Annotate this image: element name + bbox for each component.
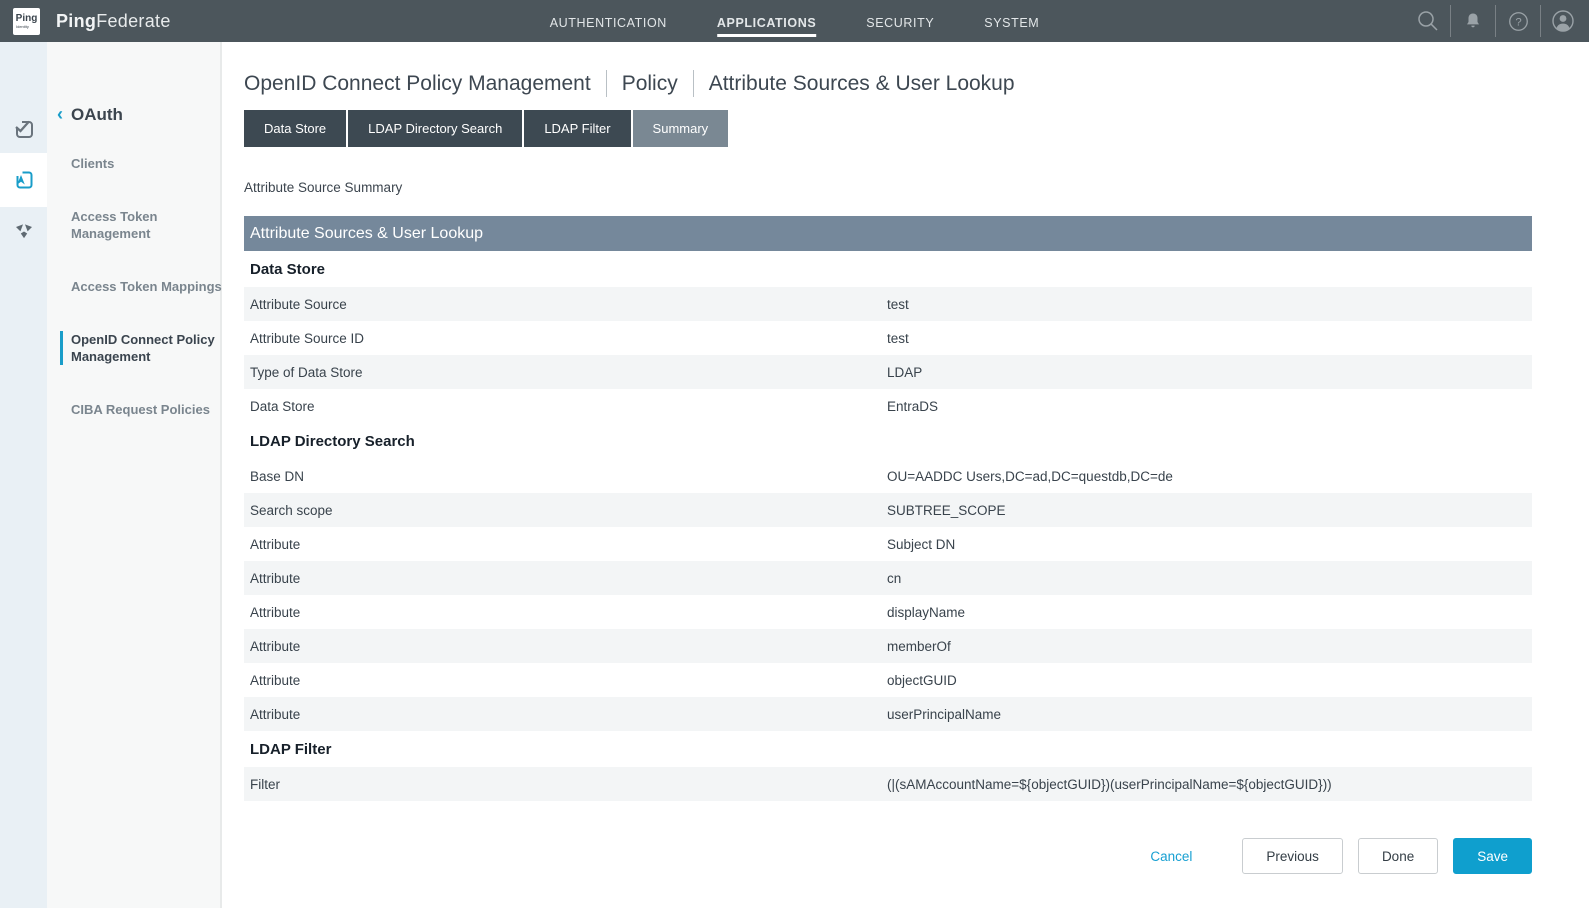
row-label: Attribute [244,537,887,552]
breadcrumb-part: Attribute Sources & User Lookup [709,72,1015,96]
section-title-ldap-directory-search: LDAP Directory Search [244,423,1532,459]
tab-ldap-filter[interactable]: LDAP Filter [524,110,630,147]
row-label: Filter [244,777,887,792]
page-title-breadcrumb: OpenID Connect Policy Management Policy At… [244,70,1532,97]
row-value: OU=AADDC Users,DC=ad,DC=questdb,DC=de [887,469,1532,484]
row-value: test [887,331,1532,346]
nav-item-authentication[interactable]: AUTHENTICATION [550,12,667,37]
summary-table: Attribute Sources & User Lookup Data Sto… [244,216,1532,801]
sidebar-item-openid-connect-policy-management[interactable]: OpenID Connect Policy Management [60,331,225,365]
row-label: Type of Data Store [244,365,887,380]
top-navbar: Ping Identity PingFederate AUTHENTICATIO… [0,0,1589,42]
summary-label: Attribute Source Summary [244,180,1532,195]
footer-actions: Cancel Previous Done Save [244,838,1532,874]
search-icon[interactable] [1406,0,1450,42]
previous-button[interactable]: Previous [1242,838,1343,874]
account-user-icon[interactable] [1541,0,1585,42]
topbar-icon-group: ? [1406,0,1585,42]
row-value: SUBTREE_SCOPE [887,503,1532,518]
row-label: Search scope [244,503,887,518]
row-value: test [887,297,1532,312]
sidebar-item-ciba-request-policies[interactable]: CIBA Request Policies [47,401,225,418]
sidebar-section-title: OAuth [71,105,123,124]
sidebar-items: Clients Access Token Management Access Tok… [47,155,225,418]
nav-item-system[interactable]: SYSTEM [984,12,1039,37]
row-label: Attribute Source ID [244,331,887,346]
wizard-tabs: Data StoreLDAP Directory SearchLDAP Filt… [244,110,1532,147]
sidebar-icon-rail [0,42,47,908]
row-label: Attribute [244,571,887,586]
breadcrumb-separator [693,70,694,97]
row-value: userPrincipalName [887,707,1532,722]
row-label: Attribute [244,639,887,654]
section-title-data-store: Data Store [244,251,1532,287]
row-value: EntraDS [887,399,1532,414]
row-label: Attribute [244,707,887,722]
app-title-light: Federate [96,11,170,31]
tab-ldap-directory-search[interactable]: LDAP Directory Search [348,110,522,147]
cancel-link[interactable]: Cancel [1150,849,1192,864]
sidebar-nav: ‹ OAuth Clients Access Token Management Acc… [47,42,225,908]
app-title: PingFederate [56,11,171,32]
table-row: Attribute Source IDtest [244,321,1532,355]
row-label: Attribute Source [244,297,887,312]
row-label: Data Store [244,399,887,414]
cluster-icon[interactable] [0,207,47,255]
row-value: LDAP [887,365,1532,380]
table-row: Base DNOU=AADDC Users,DC=ad,DC=questdb,D… [244,459,1532,493]
sidebar-back-oauth[interactable]: ‹ OAuth [47,104,225,125]
table-row: AttributeSubject DN [244,527,1532,561]
svg-text:?: ? [1515,16,1521,28]
table-row: Attribute Sourcetest [244,287,1532,321]
help-icon[interactable]: ? [1496,0,1540,42]
row-label: Base DN [244,469,887,484]
nav-item-applications[interactable]: APPLICATIONS [717,12,816,37]
app-title-bold: Ping [56,11,96,31]
sidebar-item-access-token-management[interactable]: Access Token Management [47,208,225,242]
table-row: Filter(|(sAMAccountName=${objectGUID})(u… [244,767,1532,801]
breadcrumb-separator [606,70,607,97]
primary-nav: AUTHENTICATION APPLICATIONS SECURITY SYSTEM [550,0,1040,42]
nav-item-security[interactable]: SECURITY [866,12,934,37]
sidebar: ‹ OAuth Clients Access Token Management Acc… [0,42,222,908]
summary-table-body: Data StoreAttribute SourcetestAttribute … [244,251,1532,801]
summary-table-header: Attribute Sources & User Lookup [244,216,1532,251]
bookmark-square-icon[interactable] [0,153,47,207]
row-value: Subject DN [887,537,1532,552]
tab-summary[interactable]: Summary [633,110,729,147]
row-value: (|(sAMAccountName=${objectGUID})(userPri… [887,777,1532,792]
table-row: Attributecn [244,561,1532,595]
table-row: AttributememberOf [244,629,1532,663]
clipboard-check-icon[interactable] [0,105,47,153]
row-label: Attribute [244,673,887,688]
table-row: AttributeobjectGUID [244,663,1532,697]
table-row: AttributeuserPrincipalName [244,697,1532,731]
section-title-ldap-filter: LDAP Filter [244,731,1532,767]
sidebar-item-access-token-mappings[interactable]: Access Token Mappings [47,278,225,295]
table-row: Type of Data StoreLDAP [244,355,1532,389]
table-row: Data StoreEntraDS [244,389,1532,423]
sidebar-item-clients[interactable]: Clients [47,155,225,172]
row-value: displayName [887,605,1532,620]
save-button[interactable]: Save [1453,838,1532,874]
row-value: objectGUID [887,673,1532,688]
ping-logo-text: Ping [16,14,38,24]
main-content: OpenID Connect Policy Management Policy At… [222,42,1589,908]
table-row: Search scopeSUBTREE_SCOPE [244,493,1532,527]
done-button[interactable]: Done [1358,838,1438,874]
tab-data-store[interactable]: Data Store [244,110,346,147]
breadcrumb-part: Policy [622,72,678,96]
notifications-bell-icon[interactable] [1451,0,1495,42]
chevron-left-icon: ‹ [57,104,63,124]
ping-logo-subtext: Identity [16,24,29,29]
row-value: cn [887,571,1532,586]
row-value: memberOf [887,639,1532,654]
breadcrumb-part: OpenID Connect Policy Management [244,72,591,96]
table-row: AttributedisplayName [244,595,1532,629]
ping-logo[interactable]: Ping Identity [13,8,40,35]
row-label: Attribute [244,605,887,620]
